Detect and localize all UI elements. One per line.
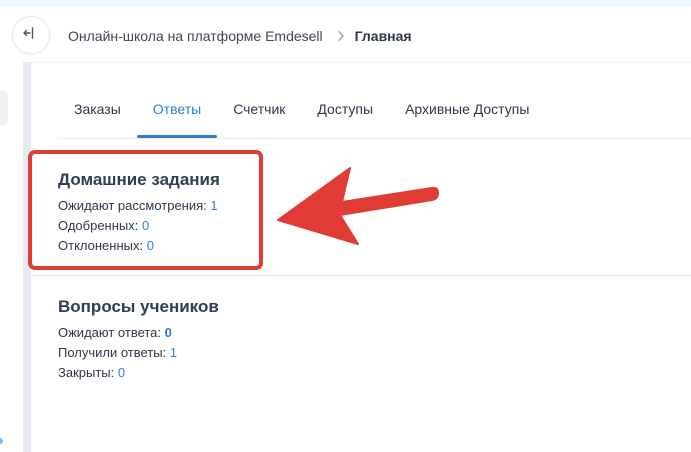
left-sidebar [0,6,23,452]
questions-closed-label: Закрыты: [58,365,115,380]
sidebar-item[interactable] [0,90,8,126]
tab-accesses[interactable]: Доступы [301,96,389,138]
breadcrumb: Онлайн-школа на платформе Emdesell Главн… [68,26,412,46]
questions-closed-row: Закрыты: 0 [58,363,219,383]
breadcrumb-school[interactable]: Онлайн-школа на платформе Emdesell [68,28,323,44]
questions-answered-label: Получили ответы: [58,345,167,360]
top-strip [0,0,691,6]
questions-answered-value[interactable]: 1 [170,345,177,360]
sidebar-indicator [0,438,3,444]
questions-awaiting-value[interactable]: 0 [165,325,172,340]
collapse-sidebar-icon [23,26,39,45]
section-divider [31,275,691,276]
header-divider [31,62,691,63]
tab-orders[interactable]: Заказы [58,96,137,138]
questions-closed-value[interactable]: 0 [118,365,125,380]
annotation-arrow-icon [277,167,439,245]
questions-section: Вопросы учеников Ожидают ответа: 0 Получ… [58,297,219,383]
collapse-sidebar-button[interactable] [12,16,50,54]
chevron-right-icon [337,30,345,42]
tab-archived-accesses[interactable]: Архивные Доступы [389,96,545,138]
annotation-highlight-box [28,150,263,270]
questions-awaiting-row: Ожидают ответа: 0 [58,323,219,343]
tab-counter[interactable]: Счетчик [217,96,301,138]
tab-answers[interactable]: Ответы [136,96,218,138]
tab-bar: Заказы Ответы Счетчик Доступы Архивные Д… [58,96,545,140]
questions-title: Вопросы учеников [58,297,219,316]
questions-answered-row: Получили ответы: 1 [58,343,219,363]
breadcrumb-current-page: Главная [354,28,412,44]
tabs-divider [58,138,691,139]
questions-awaiting-label: Ожидают ответа: [58,325,162,340]
